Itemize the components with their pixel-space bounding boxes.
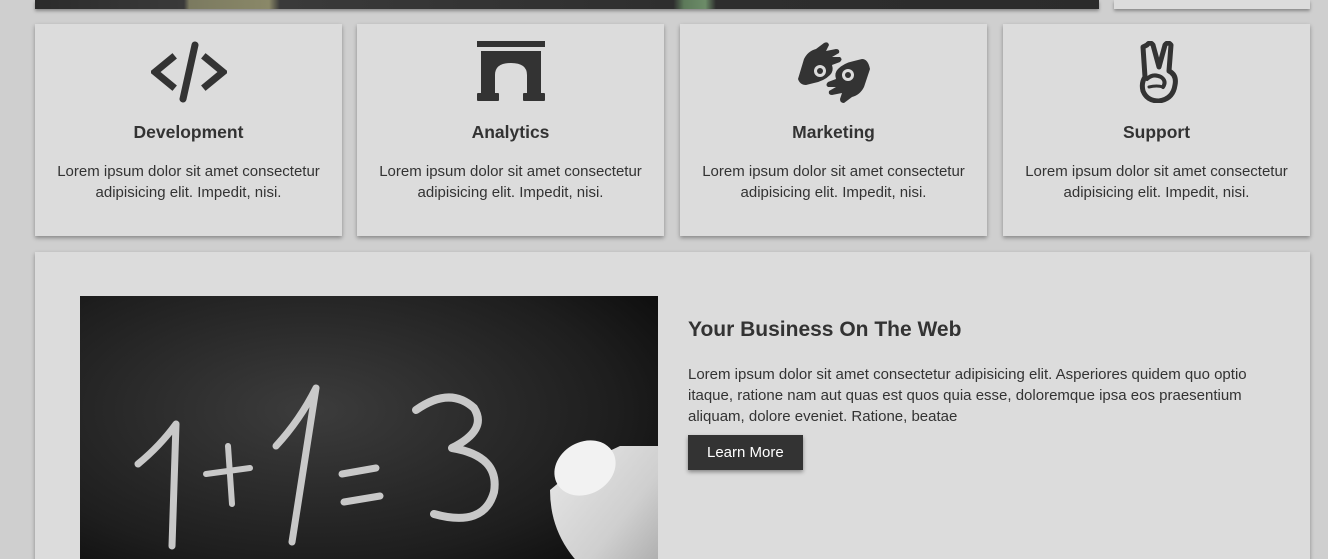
service-title: Marketing [792,122,875,142]
chalkboard-image [80,296,658,559]
header-side-card [1114,0,1310,9]
archway-icon [473,41,549,103]
service-description: Lorem ipsum dolor sit amet consectetur a… [379,163,642,201]
service-description: Lorem ipsum dolor sit amet consectetur a… [57,163,320,201]
about-text-block: Your Business On The Web Lorem ipsum dol… [688,318,1268,470]
service-card-analytics: Analytics Lorem ipsum dolor sit amet con… [357,24,664,236]
learn-more-button[interactable]: Learn More [688,435,803,470]
code-icon [150,41,227,103]
service-title: Development [133,122,244,142]
about-description: Lorem ipsum dolor sit amet consectetur a… [688,366,1247,425]
header-image [35,0,1099,9]
page: Development Lorem ipsum dolor sit amet c… [0,0,1328,559]
service-card-development: Development Lorem ipsum dolor sit amet c… [35,24,342,236]
service-title: Analytics [471,122,550,142]
service-description: Lorem ipsum dolor sit amet consectetur a… [1025,163,1288,201]
service-card-marketing: Marketing Lorem ipsum dolor sit amet con… [680,24,987,236]
peace-hand-icon [1119,41,1195,103]
service-card-support: Support Lorem ipsum dolor sit amet conse… [1003,24,1310,236]
about-title: Your Business On The Web [688,318,962,341]
service-title: Support [1122,122,1191,142]
service-description: Lorem ipsum dolor sit amet consectetur a… [702,163,965,201]
sign-language-icon [796,41,872,103]
about-section: Your Business On The Web Lorem ipsum dol… [35,252,1310,559]
